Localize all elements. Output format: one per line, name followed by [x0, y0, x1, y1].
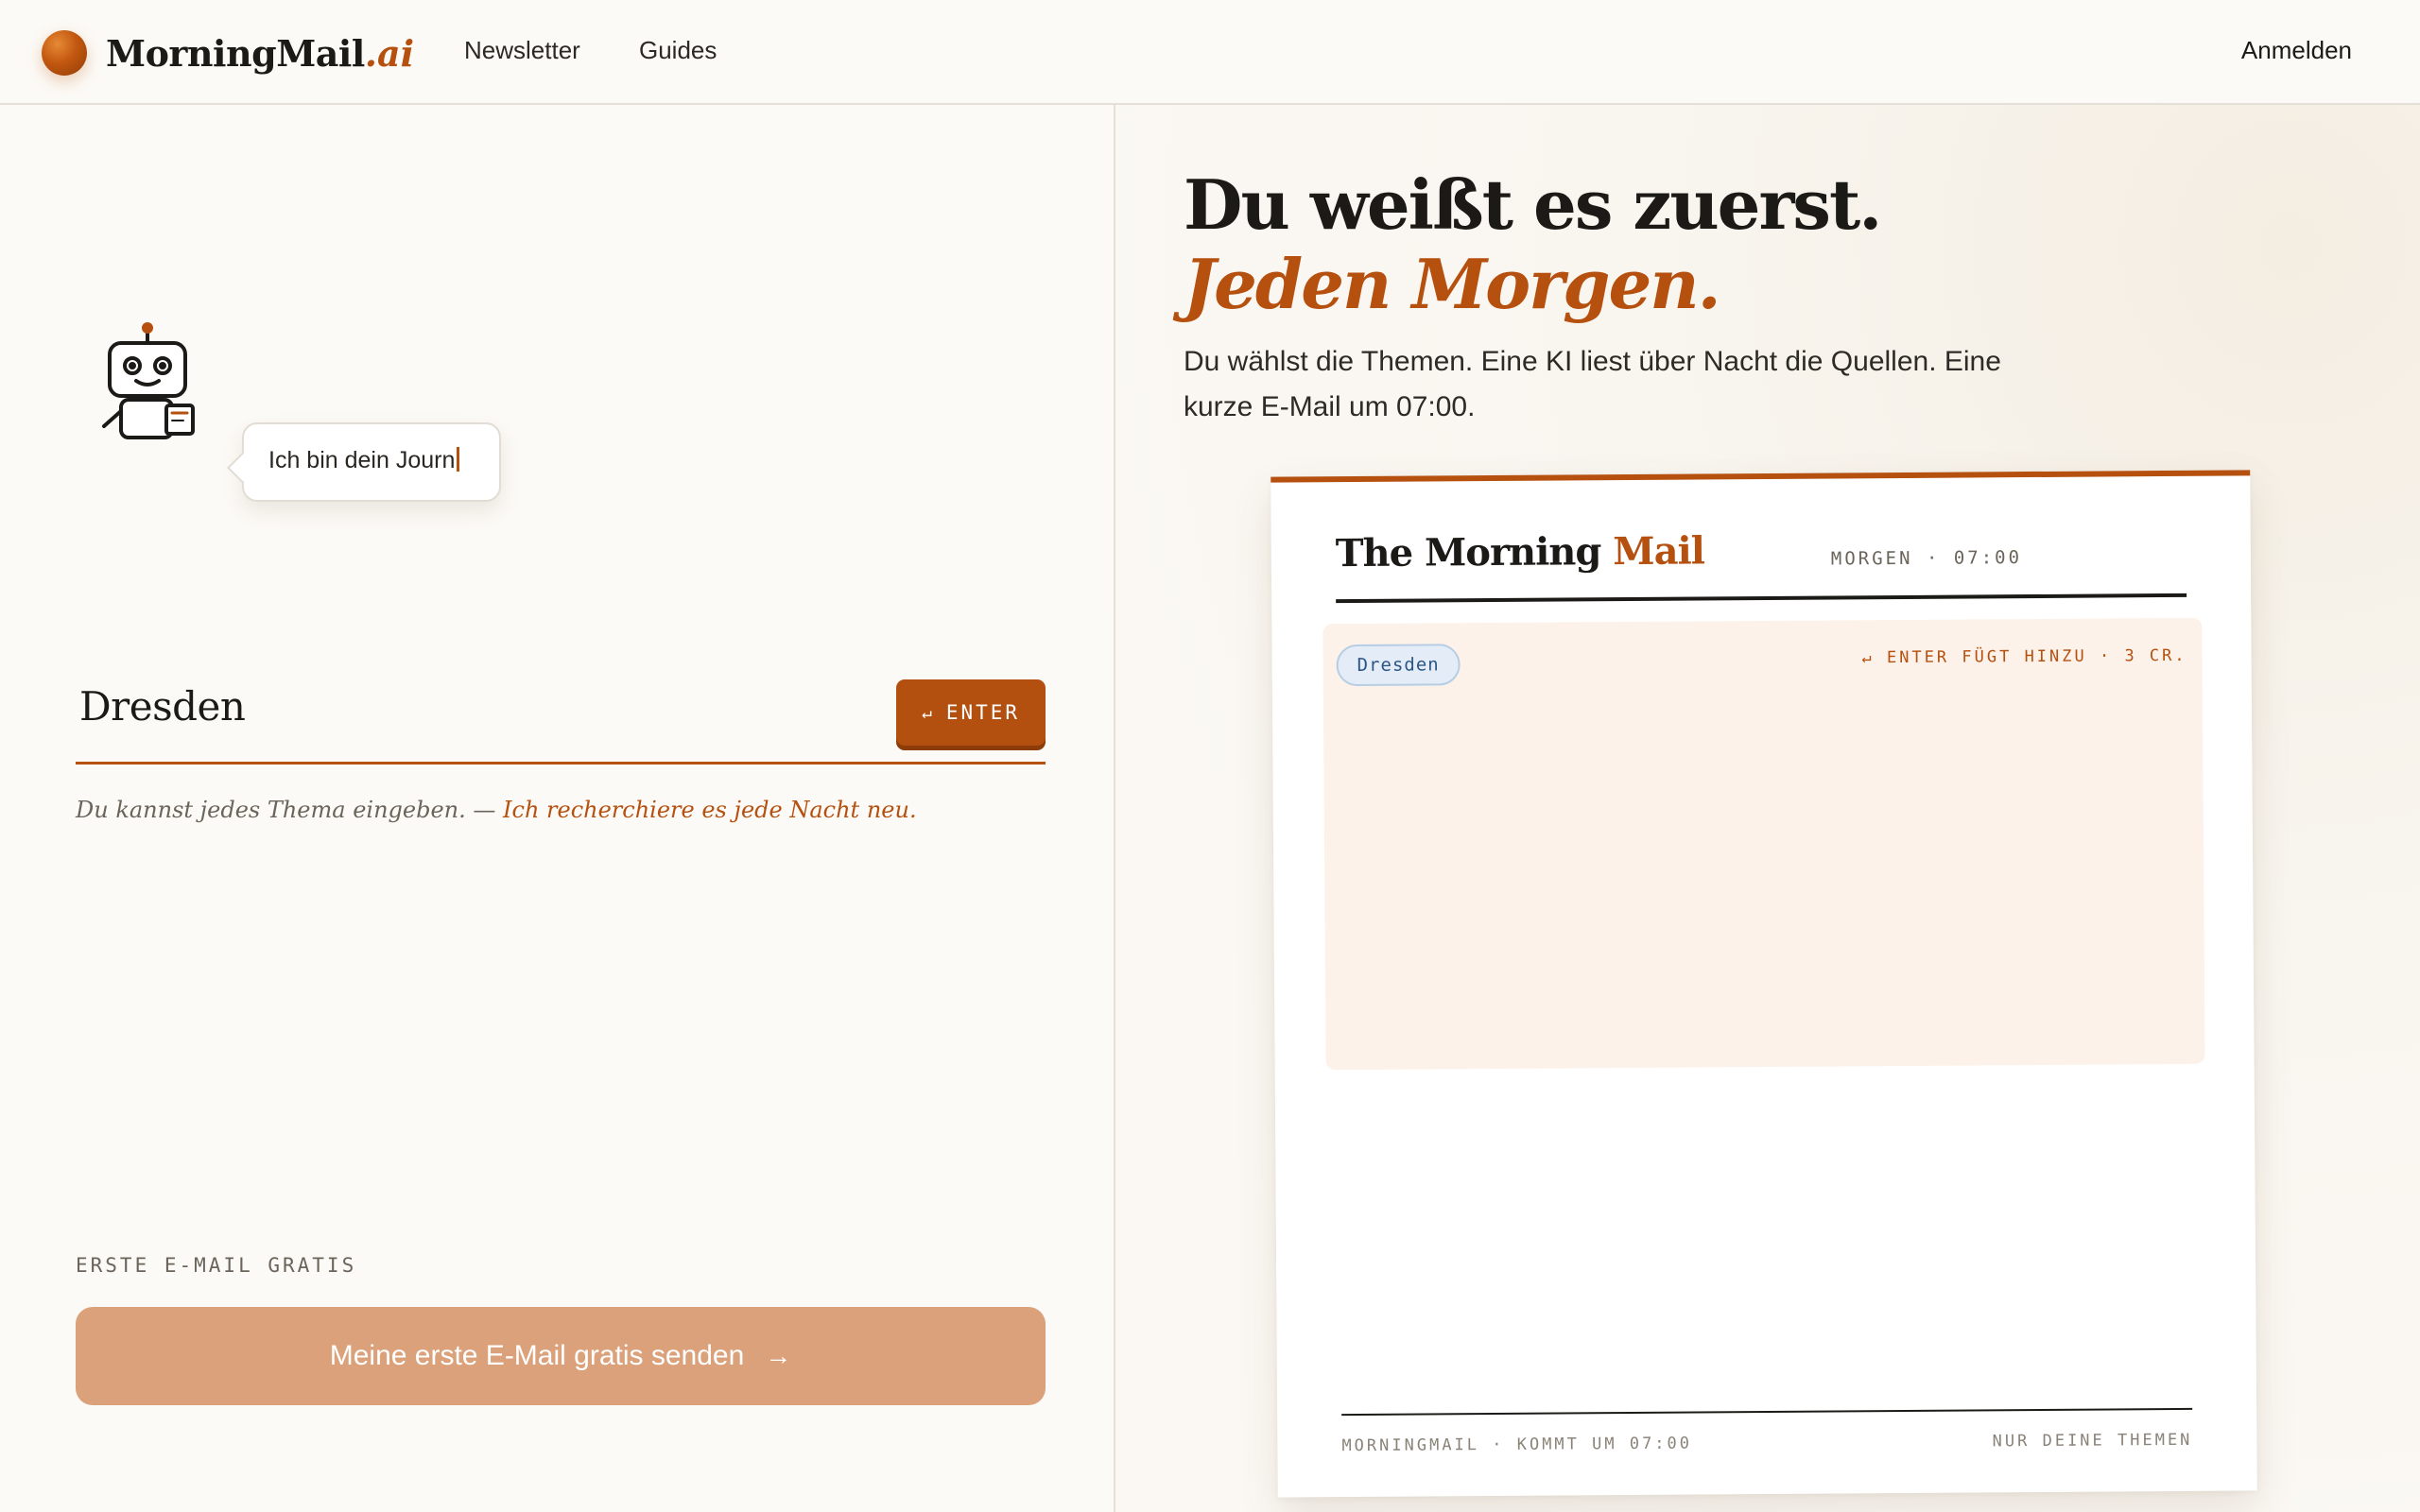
- preview-time-label: MORGEN · 07:00: [1830, 547, 2023, 570]
- topic-input-value[interactable]: Dresden: [79, 683, 246, 730]
- nav-link-guides[interactable]: Guides: [639, 36, 717, 65]
- send-first-email-button[interactable]: Meine erste E-Mail gratis senden →: [76, 1307, 1046, 1405]
- topic-input-field[interactable]: Dresden ↵ ENTER: [76, 672, 1046, 765]
- brand-sun-icon: [42, 30, 87, 76]
- preview-title-accent: Mail: [1613, 528, 1705, 575]
- top-navigation: MorningMail .ai Newsletter Guides Anmelde…: [0, 0, 2420, 105]
- robot-mascot-icon: [102, 322, 195, 439]
- preview-title-prefix: The Morning: [1335, 529, 1614, 576]
- onboarding-panel: Ich bin dein Journ Dresden ↵ ENTER Du ka…: [0, 105, 1114, 1512]
- preview-topics-area: Dresden ↵ ENTER FÜGT HINZU · 3 CR.: [1322, 617, 2205, 1071]
- preview-enter-hint: ↵ ENTER FÜGT HINZU · 3 CR.: [1861, 645, 2187, 668]
- enter-button-label: ENTER: [945, 701, 1021, 724]
- typing-caret: [457, 447, 460, 472]
- preview-footer-right: NUR DEINE THEMEN: [1992, 1430, 2193, 1452]
- preview-footer-left: MORNINGMAIL · KOMMT UM 07:00: [1341, 1434, 1693, 1456]
- cta-label: Meine erste E-Mail gratis senden: [329, 1340, 745, 1371]
- preview-header-rule: [1336, 593, 2187, 604]
- preview-footer-rule: [1341, 1407, 2193, 1417]
- enter-button[interactable]: ↵ ENTER: [896, 679, 1046, 746]
- arrow-right-icon: →: [765, 1341, 792, 1370]
- brand-name: MorningMail: [106, 31, 365, 75]
- hero-headline: Du weißt es zuerst.: [1184, 164, 1882, 245]
- speech-text: Ich bin dein Journ: [268, 447, 456, 473]
- hero-lede: Du wählst die Themen. Eine KI liest über…: [1184, 346, 2001, 422]
- hero-panel: Du weißt es zuerst. Jeden Morgen. Du wäh…: [1115, 105, 2420, 1512]
- topic-hint: Du kannst jedes Thema eingeben. — Ich re…: [76, 797, 917, 823]
- login-link[interactable]: Anmelden: [2241, 36, 2352, 65]
- hero-headline-accent: Jeden Morgen.: [1184, 244, 1721, 324]
- free-email-label: ERSTE E-MAIL GRATIS: [76, 1254, 357, 1277]
- topic-chip[interactable]: Dresden: [1336, 644, 1461, 687]
- preview-title: The Morning Mail: [1336, 528, 1704, 576]
- hint-accent-text: Ich recherchiere es jede Nacht neu.: [503, 797, 917, 823]
- enter-key-icon: ↵: [921, 702, 935, 723]
- brand-suffix: .ai: [364, 31, 415, 75]
- hint-text: Du kannst jedes Thema eingeben. —: [76, 797, 504, 823]
- nav-link-newsletter[interactable]: Newsletter: [464, 36, 580, 65]
- newsletter-preview-card: The Morning Mail MORGEN · 07:00 Dresden …: [1270, 470, 2257, 1498]
- brand-logo-link[interactable]: MorningMail .ai: [42, 26, 414, 79]
- mascot-speech-bubble: Ich bin dein Journ: [242, 422, 501, 502]
